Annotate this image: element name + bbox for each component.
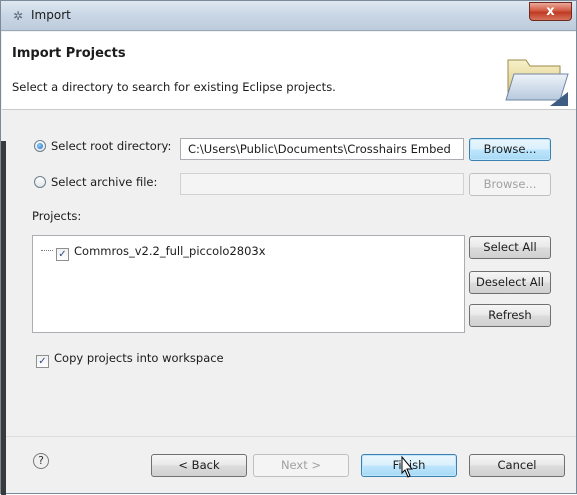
project-checkbox[interactable]: ✓ [56,248,69,261]
page-title: Import Projects [12,46,126,61]
window-edge [1,141,6,495]
gear-icon: ✲ [12,9,24,23]
project-name: Commros_v2.2_full_piccolo2803x [74,244,266,258]
root-browse-button[interactable]: Browse... [469,138,551,161]
root-directory-option[interactable]: Select root directory: [34,139,171,153]
mouse-pointer-icon [401,455,414,478]
copy-into-workspace-label: Copy projects into workspace [54,351,224,365]
projects-list[interactable]: ✓ Commros_v2.2_full_piccolo2803x [32,235,465,333]
copy-into-workspace-checkbox[interactable]: ✓ [36,355,49,368]
next-button[interactable]: Next > [253,454,349,477]
list-item[interactable]: ✓ Commros_v2.2_full_piccolo2803x [41,244,266,261]
copy-into-workspace-option[interactable]: ✓ Copy projects into workspace [36,351,224,368]
footer-divider [2,436,576,437]
refresh-button[interactable]: Refresh [469,304,551,327]
close-button[interactable]: x [529,2,572,21]
import-dialog: ✲ Import x Import Projects Select a dire… [0,0,577,495]
select-all-button[interactable]: Select All [469,236,551,259]
root-directory-label: Select root directory: [51,139,172,153]
root-directory-radio[interactable] [34,140,46,152]
wizard-header: Import Projects Select a directory to se… [2,32,576,110]
projects-label: Projects: [32,209,82,223]
title-bar: ✲ Import x [1,1,576,31]
folder-open-icon [505,59,569,106]
deselect-all-button[interactable]: Deselect All [469,271,551,294]
page-description: Select a directory to search for existin… [12,80,336,94]
cancel-button[interactable]: Cancel [469,454,565,477]
archive-file-field[interactable] [180,173,464,195]
help-icon[interactable]: ? [33,453,49,469]
archive-file-radio[interactable] [34,176,46,188]
root-directory-field[interactable]: C:\Users\Public\Documents\Crosshairs Emb… [180,138,464,160]
back-button[interactable]: < Back [151,454,247,477]
archive-browse-button[interactable]: Browse... [469,173,551,196]
tree-connector [41,250,53,251]
archive-file-label: Select archive file: [51,175,158,189]
archive-file-option[interactable]: Select archive file: [34,175,157,189]
window-title: Import [31,8,71,22]
wizard-content: Select root directory: C:\Users\Public\D… [2,111,576,431]
